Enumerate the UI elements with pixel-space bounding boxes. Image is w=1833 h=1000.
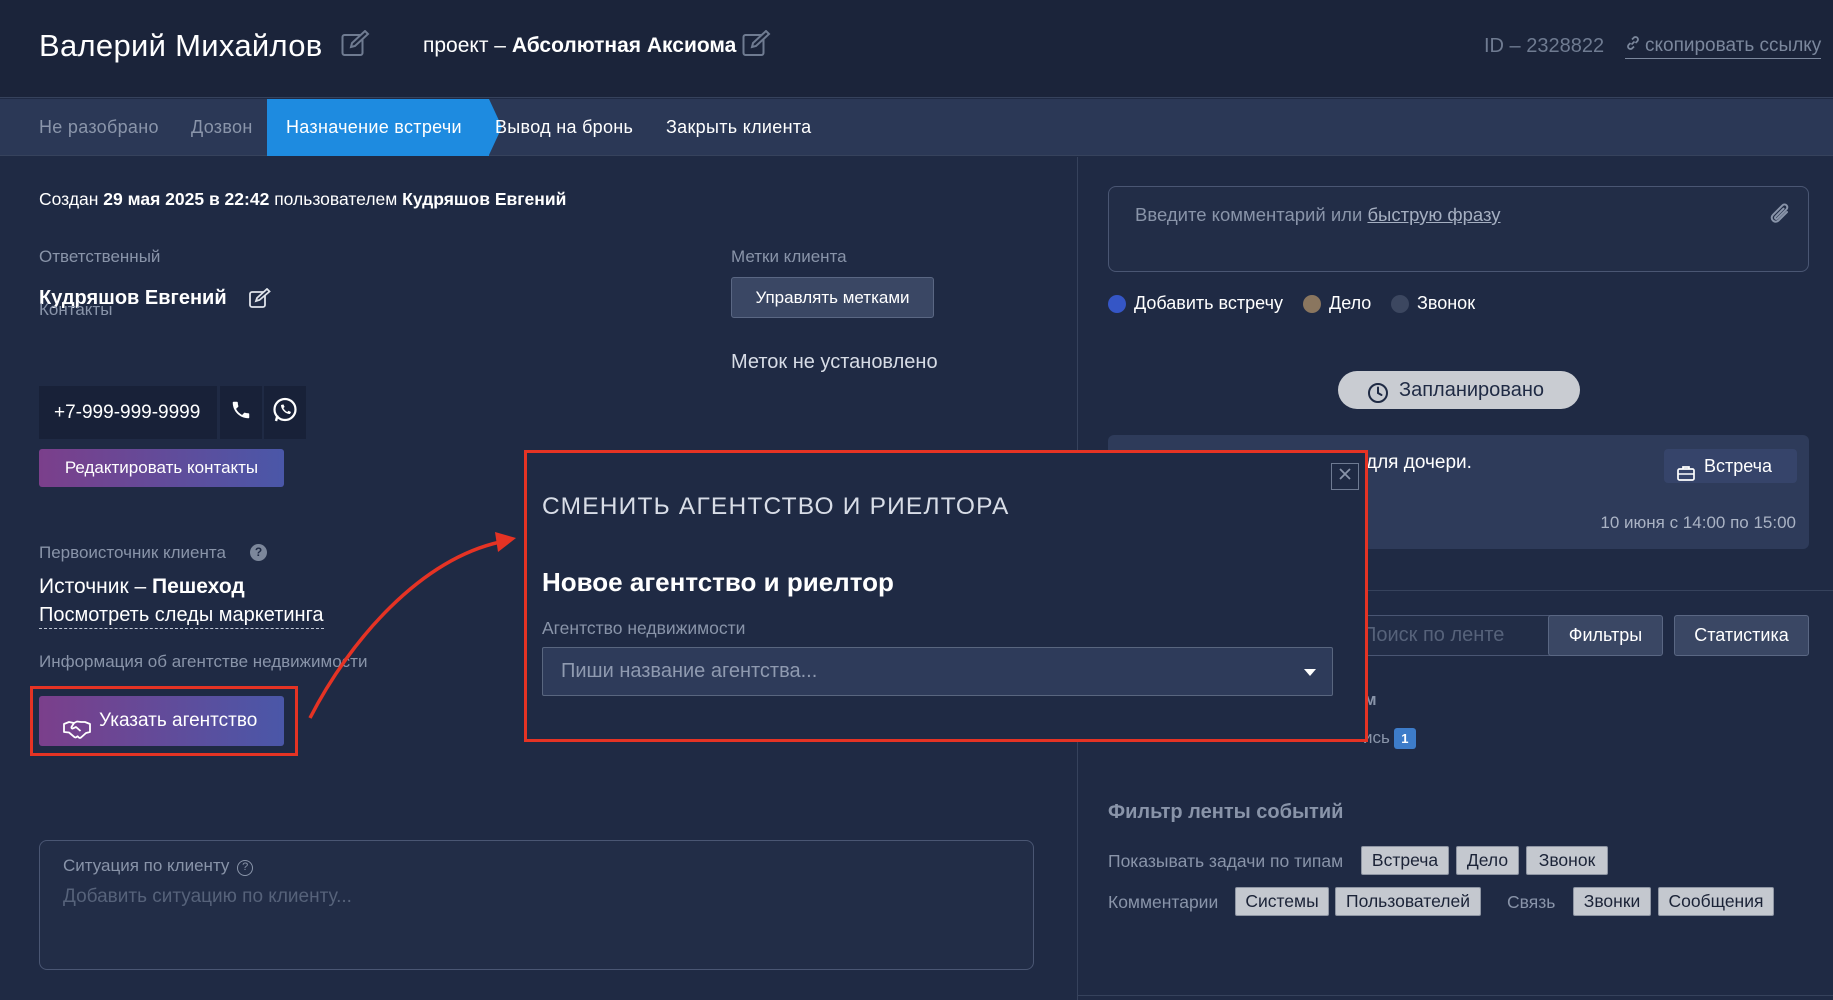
whatsapp-button[interactable] <box>264 386 306 439</box>
set-agency-label: Указать агентство <box>99 710 258 731</box>
created-user: Кудряшов Евгений <box>402 189 567 209</box>
agency-info-label: Информация об агентстве недвижимости <box>39 652 368 671</box>
event-badge-label: Встреча <box>1704 456 1773 476</box>
bottom-divider <box>1078 995 1833 996</box>
situation-help-icon[interactable]: ? <box>237 860 254 876</box>
call-button[interactable] <box>220 386 262 439</box>
edit-responsible-icon[interactable] <box>249 288 271 309</box>
project-prefix: проект – <box>423 34 512 57</box>
comment-placeholder-text: Введите комментарий или <box>1135 204 1368 225</box>
stage-bar: Не разобрано Дозвон Назначение встречи В… <box>0 99 1833 156</box>
edit-project-icon[interactable] <box>742 30 772 58</box>
filters-button[interactable]: Фильтры <box>1548 615 1663 656</box>
stage-calling[interactable]: Дозвон <box>191 99 253 156</box>
radio-dot <box>1108 294 1126 313</box>
contacts-label: Контакты <box>39 300 113 319</box>
created-line: Создан 29 мая 2025 в 22:42 пользователем… <box>39 189 566 210</box>
stage-meeting-active[interactable]: Назначение встречи <box>267 99 502 156</box>
created-date: 29 мая 2025 в 22:42 <box>103 189 270 209</box>
chip-users[interactable]: Пользователей <box>1335 887 1481 916</box>
caret-down-icon <box>1304 669 1316 676</box>
agency-select[interactable]: Пиши название агентства... <box>542 647 1333 696</box>
chip-calls[interactable]: Звонки <box>1573 887 1651 916</box>
set-agency-button[interactable]: Указать агентство <box>39 696 284 746</box>
task-types-label: Показывать задачи по типам <box>1108 851 1344 871</box>
quick-phrase-link[interactable]: быструю фразу <box>1367 204 1500 225</box>
no-tags-text: Меток не установлено <box>731 351 938 373</box>
handshake-icon <box>63 710 91 760</box>
comments-label: Комментарии <box>1108 892 1219 912</box>
radio-dot <box>1391 294 1409 313</box>
paperclip-icon[interactable] <box>1768 201 1794 234</box>
source-line: Источник – Пешеход <box>39 575 245 599</box>
copy-link-label: скопировать ссылку <box>1645 35 1822 56</box>
situation-label: Ситуация по клиенту ? <box>63 856 254 876</box>
comment-placeholder: Введите комментарий или быструю фразу <box>1135 204 1501 226</box>
chip-messages[interactable]: Сообщения <box>1658 887 1774 916</box>
client-id: ID – 2328822 <box>1484 35 1605 57</box>
edit-name-icon[interactable] <box>341 30 371 58</box>
chip-system[interactable]: Системы <box>1235 887 1329 916</box>
project-name: Абсолютная Аксиома <box>511 34 737 57</box>
source-value: Пешеход <box>152 575 245 598</box>
link-label: Связь <box>1507 892 1556 912</box>
situation-placeholder: Добавить ситуацию по клиенту... <box>63 886 352 907</box>
agency-select-placeholder: Пиши название агентства... <box>561 660 818 682</box>
planned-button[interactable]: Запланировано <box>1338 371 1580 409</box>
source-label: Первоисточник клиента <box>39 543 226 562</box>
radio-label: Дело <box>1329 293 1372 313</box>
phone-icon <box>230 399 252 426</box>
event-time: 10 июня с 14:00 по 15:00 <box>1600 513 1796 532</box>
radio-add-meeting[interactable]: Добавить встречу <box>1108 293 1283 314</box>
partial-line-text: ись <box>1363 728 1390 747</box>
partial-heading: м <box>1364 690 1377 709</box>
chip-meeting[interactable]: Встреча <box>1361 846 1449 875</box>
created-prefix: Создан <box>39 189 104 209</box>
clock-icon <box>1367 379 1389 417</box>
client-name: Валерий Михайлов <box>39 28 323 63</box>
feed-filter-title: Фильтр ленты событий <box>1108 801 1344 823</box>
modal-subtitle: Новое агентство и риелтор <box>542 567 894 597</box>
manage-tags-button[interactable]: Управлять метками <box>731 277 934 318</box>
agency-field-label: Агентство недвижимости <box>542 618 746 638</box>
copy-link[interactable]: скопировать ссылку <box>1625 35 1822 59</box>
stage-close-client[interactable]: Закрыть клиента <box>666 99 811 156</box>
source-prefix: Источник – <box>39 575 152 598</box>
comment-input[interactable]: Введите комментарий или быструю фразу <box>1108 186 1809 272</box>
count-badge: 1 <box>1393 728 1416 749</box>
modal-title: СМЕНИТЬ АГЕНТСТВО И РИЕЛТОРА <box>542 493 1010 520</box>
event-text: для дочери. <box>1366 452 1472 473</box>
phone-number[interactable]: +7-999-999-9999 <box>39 386 217 439</box>
situation-label-text: Ситуация по клиенту <box>63 856 230 875</box>
tags-label: Метки клиента <box>731 247 847 266</box>
stage-booking[interactable]: Вывод на бронь <box>495 99 633 156</box>
close-button[interactable] <box>1331 463 1359 490</box>
situation-textarea[interactable]: Ситуация по клиенту ? Добавить ситуацию … <box>39 840 1034 970</box>
radio-dot <box>1303 294 1321 313</box>
client-card-page: Валерий Михайлов проект – Абсолютная Акс… <box>0 0 1833 1000</box>
radio-call[interactable]: Звонок <box>1391 293 1475 314</box>
marketing-traces-link[interactable]: Посмотреть следы маркетинга <box>39 604 324 629</box>
project-line: проект – Абсолютная Аксиома <box>423 34 736 58</box>
edit-contacts-button[interactable]: Редактировать контакты <box>39 449 284 487</box>
link-icon <box>1625 35 1641 57</box>
responsible-label: Ответственный <box>39 247 161 266</box>
change-agency-modal: СМЕНИТЬ АГЕНТСТВО И РИЕЛТОРА Новое агент… <box>527 453 1365 739</box>
statistics-button[interactable]: Статистика <box>1674 615 1809 656</box>
radio-task[interactable]: Дело <box>1303 293 1371 314</box>
header: Валерий Михайлов проект – Абсолютная Акс… <box>0 0 1833 98</box>
help-icon[interactable]: ? <box>250 544 267 561</box>
radio-label: Добавить встречу <box>1134 293 1283 313</box>
event-type-badge: Встреча <box>1664 449 1797 483</box>
chip-task[interactable]: Дело <box>1456 846 1519 875</box>
stage-unsorted[interactable]: Не разобрано <box>39 99 159 156</box>
planned-label: Запланировано <box>1399 379 1544 401</box>
radio-label: Звонок <box>1417 293 1476 313</box>
close-icon <box>1338 467 1352 486</box>
chip-call[interactable]: Звонок <box>1526 846 1608 875</box>
created-middle: пользователем <box>269 189 403 209</box>
briefcase-icon <box>1677 458 1695 492</box>
whatsapp-icon <box>271 396 299 429</box>
partial-line: ись 1 <box>1363 728 1416 749</box>
